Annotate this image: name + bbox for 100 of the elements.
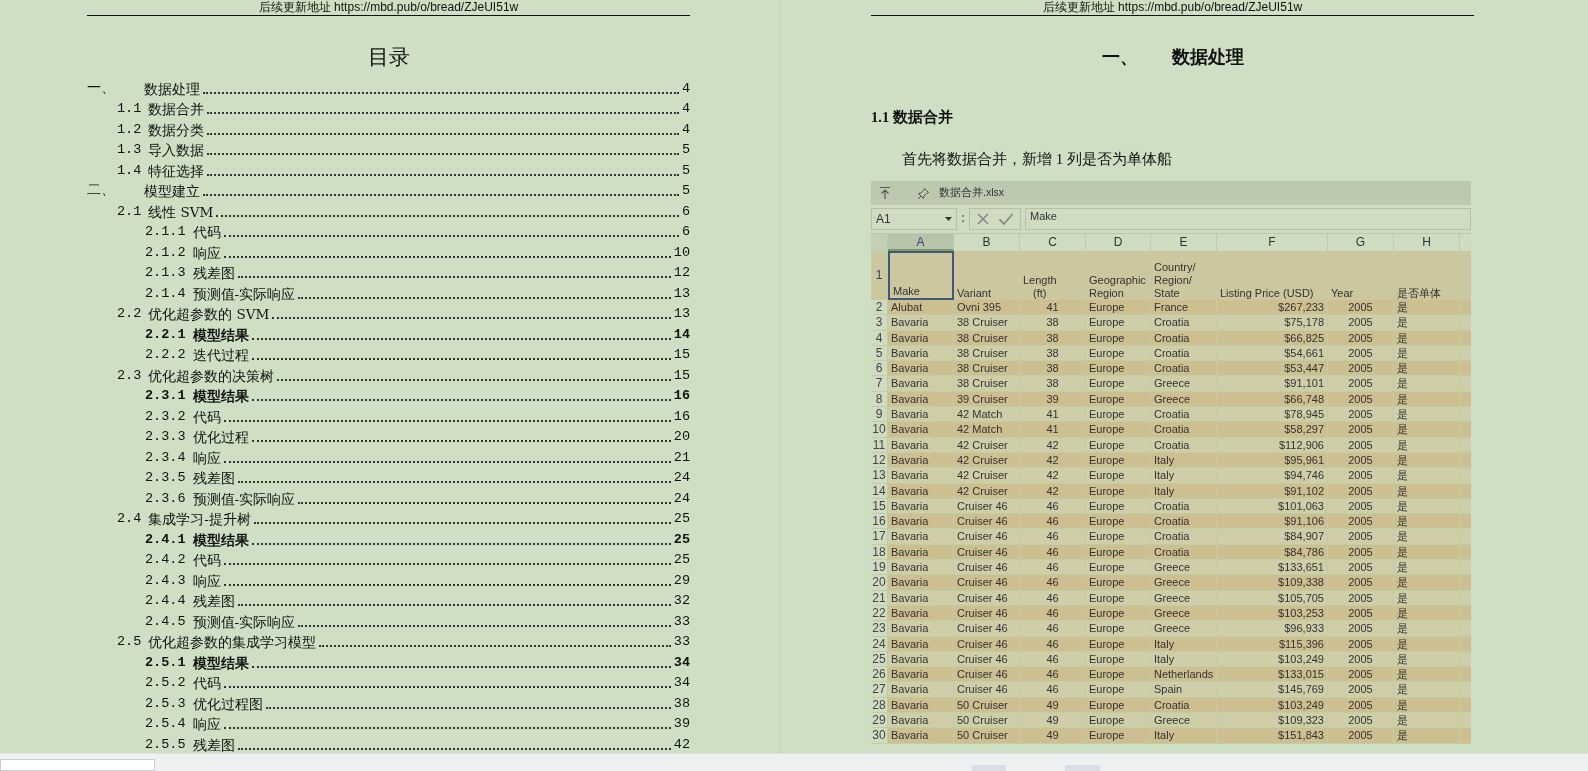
table-cell: Bavaria	[888, 575, 954, 590]
table-cell: 是	[1394, 560, 1460, 575]
table-cell: 是	[1394, 514, 1460, 529]
table-cell: 2005	[1328, 422, 1394, 437]
table-cell: 2005	[1328, 300, 1394, 315]
table-cell: Cruiser 46	[954, 636, 1020, 651]
toc-title[interactable]: 优化过程图	[192, 694, 263, 713]
toc-title[interactable]: 数据分类	[148, 120, 205, 139]
name-box[interactable]: A1	[871, 208, 957, 230]
row-number: 29	[871, 713, 888, 728]
toc-title[interactable]: 残差图	[192, 592, 235, 610]
table-cell: Bavaria	[888, 391, 954, 407]
toc-number: 二、	[87, 182, 116, 200]
close-icon[interactable]	[976, 212, 990, 226]
table-cell: Bavaria	[888, 376, 954, 391]
table-cell: Italy	[1151, 468, 1217, 483]
row-number: 23	[871, 621, 888, 636]
more-icon[interactable]	[961, 213, 965, 225]
table-cell: $91,106	[1217, 514, 1328, 529]
toc-title[interactable]: 模型结果	[192, 530, 249, 549]
toc-title[interactable]: 响应	[192, 715, 221, 733]
table-cell: 2005	[1328, 391, 1394, 407]
running-header: 后续更新地址 https://mbd.pub/o/bread/ZJeUI51w	[87, 0, 690, 16]
toc-title[interactable]: 集成学习-提升树	[148, 510, 251, 528]
table-cell: 是	[1394, 697, 1460, 712]
toc-title[interactable]: 模型结果	[192, 387, 249, 405]
toc-title[interactable]: 残差图	[192, 469, 235, 487]
toc-title[interactable]: 模型结果	[192, 653, 249, 672]
row-number: 19	[871, 560, 888, 575]
check-icon[interactable]	[998, 212, 1014, 226]
toc-title[interactable]: 响应	[192, 243, 221, 262]
page-number: 24	[673, 489, 690, 508]
table-cell: Croatia	[1151, 544, 1217, 560]
toc-title[interactable]: 预测值-实际响应	[192, 284, 296, 303]
table-cell: Bavaria	[888, 544, 954, 560]
toc-title[interactable]: 优化超参数的 SVM	[148, 305, 270, 323]
toc-title[interactable]: 特征选择	[148, 161, 205, 180]
toc-title[interactable]: 迭代过程	[192, 346, 249, 364]
page-number: 33	[673, 633, 690, 651]
table-cell: 38	[1020, 330, 1086, 345]
page-number: 6	[681, 223, 690, 241]
table-cell: Croatia	[1151, 330, 1217, 345]
toc-title[interactable]: 残差图	[192, 735, 235, 753]
table-cell: 是	[1394, 452, 1460, 468]
toc-title[interactable]: 代码	[192, 551, 221, 569]
table-cell: Europe	[1086, 315, 1151, 330]
toc-number: 2.3.5	[145, 469, 186, 487]
table-cell: 2005	[1328, 682, 1394, 697]
toc-heading: 目录	[366, 44, 411, 71]
toc-title[interactable]: 优化超参数的集成学习模型	[148, 633, 317, 651]
toc-title[interactable]: 响应	[192, 571, 221, 590]
table-cell: Greece	[1151, 590, 1217, 605]
table-cell: 是	[1394, 713, 1460, 728]
toc-title[interactable]: 预测值-实际响应	[192, 612, 296, 631]
table-cell: 2005	[1328, 651, 1394, 667]
toc-title[interactable]: 导入数据	[148, 141, 205, 159]
toc-title[interactable]: 线性 SVM	[148, 202, 214, 221]
toc-title[interactable]: 数据合并	[148, 100, 205, 118]
table-cell: Bavaria	[888, 651, 954, 667]
table-cell: 42 Match	[954, 407, 1020, 422]
page-number: 4	[681, 100, 690, 118]
upload-icon[interactable]	[879, 186, 891, 200]
table-cell: Croatia	[1151, 437, 1217, 452]
toc-title[interactable]: 代码	[192, 223, 221, 241]
toc-title[interactable]: 模型结果	[192, 325, 249, 344]
row-number: 3	[871, 315, 888, 330]
toc-title[interactable]: 优化过程	[192, 428, 249, 446]
formula-field[interactable]: Make	[1025, 208, 1471, 230]
table-cell: 46	[1020, 529, 1086, 544]
toc-title[interactable]: 代码	[192, 674, 221, 692]
toc-title[interactable]: 预测值-实际响应	[192, 489, 296, 508]
toc-title[interactable]: 模型建立	[144, 182, 200, 200]
toc-title[interactable]: 残差图	[192, 264, 235, 282]
table-cell: $109,323	[1217, 713, 1328, 728]
table-cell: $133,015	[1217, 667, 1328, 682]
toc-title[interactable]: 代码	[192, 407, 221, 426]
table-cell: Cruiser 46	[954, 605, 1020, 621]
table-cell: 是	[1394, 636, 1460, 651]
column-header[interactable]: A	[888, 234, 954, 251]
table-cell: 2005	[1328, 468, 1394, 483]
table-cell: Bavaria	[888, 315, 954, 330]
toc-title[interactable]: 数据处理	[144, 79, 200, 98]
table-cell: Bavaria	[888, 529, 954, 544]
pin-icon[interactable]	[917, 186, 930, 200]
toc-title[interactable]: 优化超参数的决策树	[148, 366, 275, 385]
row-number: 10	[871, 422, 888, 437]
table-cell: 2005	[1328, 361, 1394, 376]
table-cell: Bavaria	[888, 498, 954, 514]
table-cell: France	[1151, 300, 1217, 315]
table-cell: 46	[1020, 636, 1086, 651]
table-cell: Europe	[1086, 391, 1151, 407]
toc-number: 2.5.4	[145, 715, 186, 733]
table-cell: Europe	[1086, 345, 1151, 361]
table-cell: Bavaria	[888, 407, 954, 422]
toc-number: 2.1.2	[145, 243, 186, 262]
table-cell: Europe	[1086, 605, 1151, 621]
caret-icon	[945, 216, 952, 222]
table-cell: 2005	[1328, 636, 1394, 651]
row-number: 17	[871, 529, 888, 544]
toc-title[interactable]: 响应	[192, 448, 221, 467]
